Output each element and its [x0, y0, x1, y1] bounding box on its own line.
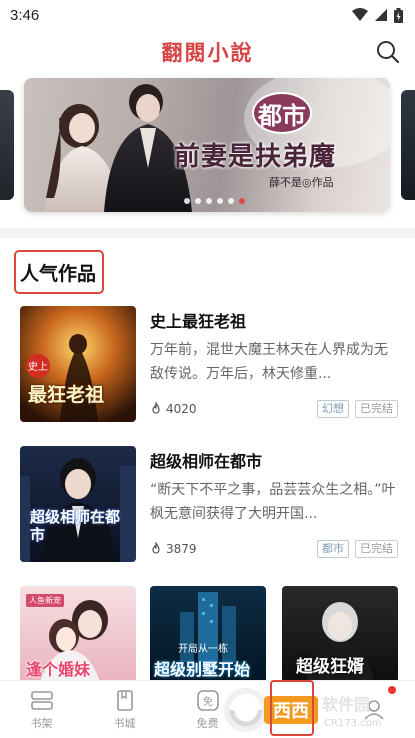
banner-peek-next[interactable] — [401, 90, 415, 200]
svg-text:免: 免 — [203, 695, 213, 708]
nav-label: 书城 — [113, 716, 136, 730]
pagination-dot[interactable] — [206, 198, 212, 204]
genre-tag: 幻想 — [317, 400, 349, 418]
book-cover-title: 最狂老祖 — [28, 384, 105, 406]
pagination-dot[interactable] — [217, 198, 223, 204]
grid-cover-title: 超级狂婿 — [296, 657, 364, 677]
grid-book-cover[interactable]: 人鱼新宠 逢个婚妹 — [20, 586, 136, 682]
book-heat-count: 4020 — [166, 402, 197, 416]
grid-cover-title: 超级别墅开始 — [154, 660, 251, 679]
status-time: 3:46 — [10, 6, 40, 24]
fire-icon — [152, 542, 160, 554]
nav-label: 书架 — [30, 716, 53, 730]
watermark-site: CR173.com — [324, 718, 382, 729]
banner-carousel[interactable]: 都市 前妻是扶弟魔 薛不是◎作品 — [0, 78, 415, 216]
grid-book-cover[interactable]: 开局从一栋 超级别墅开始 — [150, 586, 266, 682]
book-list-item[interactable]: 超级相师在都市 超级相师在都市 “断天下不平之事，品芸芸众生之相。”叶枫无意间获… — [20, 446, 400, 564]
status-bar: 3:46 — [0, 0, 415, 30]
pagination-dot[interactable] — [184, 198, 190, 204]
book-description: 万年前，混世大魔王林天在人界成为无敌传说。万年后，林天修重... — [150, 342, 388, 382]
book-heat-count: 3879 — [166, 542, 197, 556]
banner-peek-prev[interactable] — [0, 90, 14, 200]
free-icon: 免 — [196, 689, 219, 711]
banner-title: 前妻是扶弟魔 — [174, 142, 337, 172]
status-tag: 已完结 — [355, 400, 398, 418]
grid-cover-caption: 人鱼新宠 — [26, 594, 64, 607]
book-cover-art — [20, 446, 136, 562]
banner-slide[interactable]: 都市 前妻是扶弟魔 薛不是◎作品 — [24, 78, 390, 212]
banner-genre-tag: 都市 — [252, 92, 312, 134]
pagination-dot[interactable] — [228, 198, 234, 204]
book-meta: 3879 都市 已完结 — [150, 540, 398, 558]
notification-badge — [388, 686, 396, 694]
book-description: “断天下不平之事，品芸芸众生之相。”叶枫无意间获得了大明开国... — [150, 482, 396, 522]
app-header: 翻閱小說 — [0, 30, 415, 74]
watermark-text: 软件园 — [322, 695, 370, 714]
signal-icon — [375, 9, 387, 21]
section-title: 人气作品 — [20, 262, 97, 285]
grid-book-cover[interactable]: 超级狂婿 — [282, 586, 398, 682]
banner-author: 薛不是◎作品 — [269, 176, 334, 189]
grid-cover-title: 逢个婚妹 — [26, 660, 91, 679]
nav-highlight-box — [270, 680, 314, 736]
bookstore-icon — [116, 689, 133, 711]
pagination-dot[interactable] — [195, 198, 201, 204]
nav-item-bookstore[interactable]: 书城 — [83, 681, 166, 738]
fire-icon — [152, 402, 160, 414]
banner-pagination — [184, 198, 245, 204]
wifi-icon — [352, 8, 368, 21]
nav-label: 免费 — [196, 716, 219, 730]
svg-text:史上: 史上 — [28, 361, 48, 373]
section-divider — [0, 228, 415, 238]
book-title[interactable]: 超级相师在都市 — [150, 448, 262, 472]
status-tag: 已完结 — [355, 540, 398, 558]
book-title[interactable]: 史上最狂老祖 — [150, 308, 246, 332]
bookshelf-icon — [30, 690, 53, 710]
book-list-item[interactable]: 史上 最狂老祖 史上最狂老祖 万年前，混世大魔王林天在人界成为无敌传说。万年后，… — [20, 306, 400, 424]
pagination-dot[interactable] — [239, 198, 245, 204]
status-icons — [352, 7, 403, 23]
search-icon[interactable] — [375, 39, 401, 65]
book-cover[interactable]: 史上 最狂老祖 — [20, 306, 136, 422]
genre-tag: 都市 — [317, 540, 349, 558]
book-grid: 人鱼新宠 逢个婚妹 开局从一栋 超级别墅开始 超级狂婿 — [20, 586, 398, 682]
book-meta: 4020 幻想 已完结 — [150, 400, 398, 418]
section-heading-popular: 人气作品 — [14, 250, 105, 294]
app-title: 翻閱小說 — [161, 40, 254, 65]
battery-icon — [394, 7, 403, 23]
grid-cover-caption: 开局从一栋 — [178, 644, 228, 655]
book-cover[interactable]: 超级相师在都市 — [20, 446, 136, 562]
nav-item-bookshelf[interactable]: 书架 — [0, 681, 83, 738]
book-cover-title: 超级相师在都市 — [30, 508, 121, 544]
